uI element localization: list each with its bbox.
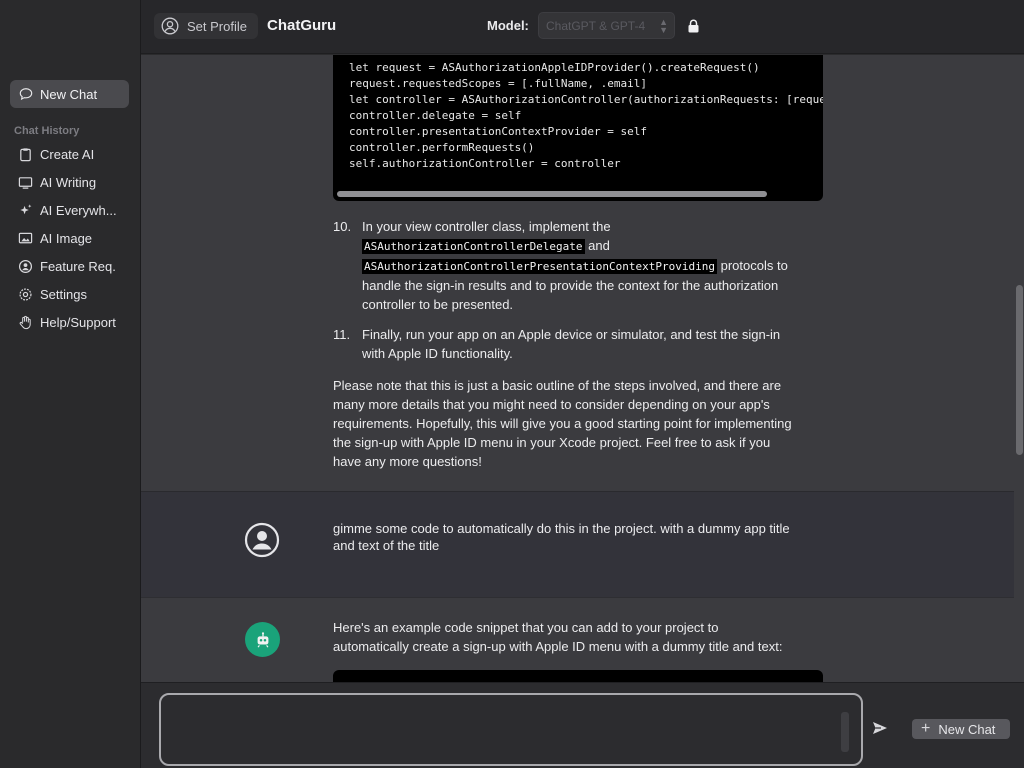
code-line: let controller = ASAuthorizationControll…: [349, 93, 823, 106]
message-input[interactable]: [171, 703, 821, 757]
image-icon: [18, 231, 33, 246]
composer-bar: + New Chat: [141, 682, 1024, 768]
sidebar-item-create-ai[interactable]: Create AI: [18, 144, 94, 164]
sidebar-item-help-support[interactable]: Help/Support: [18, 312, 116, 332]
paragraph-line: have any more questions!: [333, 454, 482, 469]
code-line: let request = ASAuthorizationAppleIDProv…: [349, 61, 760, 74]
code-line: self.authorizationController = controlle…: [349, 157, 621, 170]
user-message: gimme some code to automatically do this…: [141, 491, 1024, 597]
code-line: controller.performRequests(): [349, 141, 535, 154]
sidebar: New Chat Chat History Create AI AI Writi…: [0, 0, 141, 768]
list-number: 11.: [333, 327, 351, 342]
user-message-text: gimme some code to automatically do this…: [333, 520, 833, 554]
new-chat-label: New Chat: [40, 86, 98, 102]
step-text: with Apple ID functionality.: [362, 346, 513, 361]
clipboard-icon: [18, 147, 33, 162]
step-text: handle the sign-in results and to provid…: [362, 278, 779, 293]
paragraph-line: Please note that this is just a basic ou…: [333, 378, 782, 393]
assistant-message: Here's an example code snippet that you …: [141, 597, 1024, 682]
message-line: automatically create a sign-up with Appl…: [333, 639, 783, 654]
step-text: Finally, run your app on an Apple device…: [362, 327, 781, 342]
code-block: [333, 670, 823, 682]
chat-history-heading: Chat History: [14, 125, 80, 137]
sidebar-item-ai-writing[interactable]: AI Writing: [18, 172, 96, 192]
sidebar-item-label: Create AI: [40, 146, 95, 162]
model-label: Model:: [487, 18, 529, 33]
set-profile-label: Set Profile: [187, 18, 247, 34]
model-select-value: ChatGPT & GPT-4: [546, 18, 646, 33]
list-item-step-11: Finally, run your app on an Apple device…: [362, 325, 832, 363]
new-chat-bottom-button[interactable]: + New Chat: [912, 719, 1010, 739]
sidebar-item-ai-everywhere[interactable]: AI Everywh...: [18, 200, 117, 220]
top-bar: Set Profile ChatGuru Model: ChatGPT & GP…: [141, 0, 1024, 54]
app-window: New Chat Chat History Create AI AI Writi…: [0, 0, 1024, 768]
message-line: and text of the title: [333, 538, 440, 553]
monitor-icon: [18, 175, 33, 190]
inline-code: ASAuthorizationControllerPresentationCon…: [362, 259, 717, 274]
sidebar-item-ai-image[interactable]: AI Image: [18, 228, 92, 248]
list-number: 10.: [333, 219, 352, 234]
sidebar-item-label: AI Writing: [40, 174, 97, 190]
chevron-up-down-icon: ▲ ▼: [659, 17, 668, 35]
hand-icon: [18, 315, 33, 330]
inline-code: ASAuthorizationControllerDelegate: [362, 239, 585, 254]
new-chat-button[interactable]: New Chat: [10, 80, 129, 108]
step-text: and: [584, 238, 610, 253]
assistant-message-text: Here's an example code snippet that you …: [333, 618, 833, 656]
user-circle-icon: [161, 17, 179, 35]
list-item-step-10: In your view controller class, implement…: [362, 217, 832, 314]
code-line: request.requestedScopes = [.fullName, .e…: [349, 77, 648, 90]
sidebar-item-settings[interactable]: Settings: [18, 284, 87, 304]
sidebar-item-label: AI Everywh...: [40, 202, 117, 218]
conversation-scrollbar[interactable]: [1014, 55, 1024, 682]
sidebar-item-label: Help/Support: [40, 314, 116, 330]
app-title: ChatGuru: [267, 17, 337, 34]
paragraph-line: requirements. Hopefully, this will give …: [333, 416, 792, 431]
sidebar-item-label: Feature Req.: [40, 258, 116, 274]
step-text-line2: ASAuthorizationControllerDelegate and: [362, 236, 832, 256]
person-circle-icon: [18, 259, 33, 274]
step-text: In your view controller class, implement…: [362, 219, 611, 234]
gear-icon: [18, 287, 33, 302]
input-scrollbar[interactable]: [841, 712, 849, 752]
step-text: controller to be presented.: [362, 297, 514, 312]
step-text-line3: ASAuthorizationControllerPresentationCon…: [362, 256, 832, 276]
sidebar-item-label: AI Image: [40, 230, 93, 246]
paragraph-line: many more details that you might need to…: [333, 397, 770, 412]
code-line: controller.delegate = self: [349, 109, 522, 122]
bot-avatar-icon: [245, 622, 280, 657]
user-avatar-icon: [244, 522, 280, 558]
sparkle-icon: [18, 203, 33, 218]
sidebar-item-label: Settings: [40, 286, 87, 302]
new-chat-bottom-label: New Chat: [938, 721, 996, 737]
step-text: protocols to: [717, 258, 788, 273]
message-input-box[interactable]: [159, 693, 863, 766]
code-horizontal-scrollbar[interactable]: [337, 191, 767, 197]
sidebar-item-feature-req[interactable]: Feature Req.: [18, 256, 116, 276]
closing-paragraph: Please note that this is just a basic ou…: [333, 376, 833, 471]
scrollbar-thumb[interactable]: [1016, 285, 1023, 455]
conversation-area: let request = ASAuthorizationAppleIDProv…: [141, 55, 1024, 682]
model-select[interactable]: ChatGPT & GPT-4 ▲ ▼: [538, 12, 675, 39]
code-block: let request = ASAuthorizationAppleIDProv…: [333, 55, 823, 201]
send-icon[interactable]: [872, 721, 888, 735]
message-line: Here's an example code snippet that you …: [333, 620, 719, 635]
code-line: controller.presentationContextProvider =…: [349, 125, 648, 138]
plus-icon: +: [921, 720, 931, 737]
lock-icon: [688, 19, 699, 33]
message-line: gimme some code to automatically do this…: [333, 521, 790, 536]
chat-bubble-icon: [19, 87, 33, 101]
set-profile-button[interactable]: Set Profile: [154, 13, 258, 39]
robot-icon: [257, 631, 268, 648]
paragraph-line: the sign-up with Apple ID menu in your X…: [333, 435, 771, 450]
